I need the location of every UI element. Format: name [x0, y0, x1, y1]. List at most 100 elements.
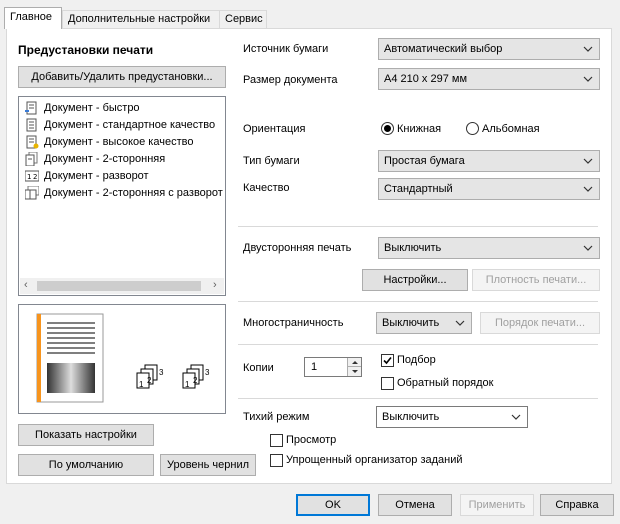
preset-label: Документ - быстро	[44, 102, 140, 114]
paper-type-select[interactable]: Простая бумага	[378, 150, 600, 172]
doc-size-value: A4 210 x 297 мм	[384, 73, 468, 85]
scroll-right-icon[interactable]: ›	[213, 279, 217, 291]
quality-value: Стандартный	[384, 183, 453, 195]
collate-digit: 1	[185, 380, 190, 389]
orientation-portrait-label[interactable]: Книжная	[397, 123, 441, 135]
horizontal-scrollbar[interactable]: ‹ ›	[20, 278, 224, 294]
reverse-order-checkbox[interactable]	[381, 377, 394, 390]
svg-text:1: 1	[27, 173, 31, 181]
orientation-landscape-label[interactable]: Альбомная	[482, 123, 540, 135]
scroll-left-icon[interactable]: ‹	[24, 279, 28, 291]
collate-set-icon: 1 2 3	[181, 363, 213, 398]
divider	[238, 398, 598, 399]
chevron-down-icon	[583, 186, 593, 192]
document-fast-icon	[25, 101, 39, 115]
quality-label: Качество	[243, 182, 290, 194]
multipage-value: Выключить	[382, 317, 440, 329]
collate-digit: 1	[139, 380, 144, 389]
list-item[interactable]: Документ - высокое качество	[25, 134, 193, 150]
duplex-settings-button[interactable]: Настройки...	[362, 269, 468, 291]
preset-label: Документ - 2-сторонняя	[44, 153, 166, 165]
preset-label: Документ - 2-сторонняя с разворот	[44, 187, 223, 199]
paper-type-value: Простая бумага	[384, 155, 465, 167]
list-item[interactable]: Документ - 2-сторонняя с разворот	[24, 185, 223, 201]
chevron-down-icon	[583, 158, 593, 164]
collate-checkbox[interactable]	[381, 354, 394, 367]
collate-digit: 2	[193, 376, 198, 385]
ok-button[interactable]: OK	[296, 494, 370, 516]
presets-heading: Предустановки печати	[18, 43, 154, 57]
collate-label[interactable]: Подбор	[397, 354, 436, 366]
divider	[238, 301, 598, 302]
show-settings-button[interactable]: Показать настройки	[18, 424, 154, 446]
preset-label: Документ - высокое качество	[44, 136, 194, 148]
copies-value[interactable]: 1	[311, 361, 317, 373]
add-remove-presets-button[interactable]: Добавить/Удалить предустановки...	[18, 66, 226, 88]
collate-set-icon: 1 2 3	[135, 363, 167, 398]
chevron-down-icon	[583, 76, 593, 82]
preview-label[interactable]: Просмотр	[286, 434, 336, 446]
spin-down-icon[interactable]	[347, 367, 361, 376]
document-2-sided-icon	[25, 151, 39, 167]
list-item[interactable]: Документ - быстро	[25, 100, 140, 116]
reverse-order-label[interactable]: Обратный порядок	[397, 377, 493, 389]
collate-digit: 3	[205, 368, 210, 377]
cancel-button[interactable]: Отмена	[378, 494, 452, 516]
duplex-value: Выключить	[384, 242, 442, 254]
list-item[interactable]: 12 Документ - разворот	[24, 168, 149, 184]
paper-source-select[interactable]: Автоматический выбор	[378, 38, 600, 60]
job-arranger-label[interactable]: Упрощенный организатор заданий	[286, 454, 463, 466]
spin-up-icon[interactable]	[347, 358, 361, 367]
document-2up-icon: 12	[24, 169, 40, 183]
orientation-portrait-radio[interactable]	[381, 122, 394, 135]
paper-source-label: Источник бумаги	[243, 43, 329, 55]
presets-list[interactable]: Документ - быстро Документ - стандартное…	[18, 96, 226, 296]
chevron-down-icon	[511, 414, 521, 420]
job-arranger-checkbox[interactable]	[270, 454, 283, 467]
multipage-label: Многостраничность	[243, 317, 344, 329]
tab-advanced-settings[interactable]: Дополнительные настройки	[62, 10, 220, 28]
document-high-quality-icon	[25, 135, 39, 149]
page-order-button[interactable]: Порядок печати...	[480, 312, 600, 334]
divider	[238, 226, 598, 227]
doc-size-select[interactable]: A4 210 x 297 мм	[378, 68, 600, 90]
orientation-landscape-radio[interactable]	[466, 122, 479, 135]
chevron-down-icon	[583, 245, 593, 251]
document-standard-icon	[25, 118, 39, 132]
collate-digit: 2	[147, 376, 152, 385]
doc-size-label: Размер документа	[243, 74, 338, 86]
tab-main[interactable]: Главное	[4, 7, 62, 29]
quiet-mode-value: Выключить	[382, 411, 440, 423]
chevron-down-icon	[583, 46, 593, 52]
page-edge-mark	[37, 314, 41, 402]
list-item[interactable]: Документ - 2-сторонняя	[25, 151, 165, 167]
divider	[238, 344, 598, 345]
defaults-button[interactable]: По умолчанию	[18, 454, 154, 476]
print-density-button[interactable]: Плотность печати...	[472, 269, 600, 291]
document-2-sided-2up-icon	[24, 185, 40, 200]
quiet-mode-label: Тихий режим	[243, 411, 310, 423]
ink-levels-button[interactable]: Уровень чернил	[160, 454, 256, 476]
tab-strip: Главное Дополнительные настройки Сервис	[0, 0, 620, 30]
duplex-select[interactable]: Выключить	[378, 237, 600, 259]
copies-stepper[interactable]: 1	[304, 357, 362, 377]
tab-service[interactable]: Сервис	[219, 10, 267, 28]
orientation-label: Ориентация	[243, 123, 306, 135]
preset-label: Документ - стандартное качество	[44, 119, 216, 131]
paper-type-label: Тип бумаги	[243, 155, 300, 167]
collate-digit: 3	[159, 368, 164, 377]
multipage-select[interactable]: Выключить	[376, 312, 472, 334]
duplex-label: Двусторонняя печать	[243, 242, 352, 254]
copies-label: Копии	[243, 362, 274, 374]
svg-text:2: 2	[33, 173, 37, 181]
chevron-down-icon	[455, 320, 465, 326]
preview-checkbox[interactable]	[270, 434, 283, 447]
apply-button[interactable]: Применить	[460, 494, 534, 516]
quiet-mode-select[interactable]: Выключить	[376, 406, 528, 428]
quality-select[interactable]: Стандартный	[378, 178, 600, 200]
scrollbar-thumb[interactable]	[37, 281, 201, 291]
list-item[interactable]: Документ - стандартное качество	[25, 117, 215, 133]
checkmark-icon	[383, 356, 392, 365]
paper-source-value: Автоматический выбор	[384, 43, 503, 55]
help-button[interactable]: Справка	[540, 494, 614, 516]
